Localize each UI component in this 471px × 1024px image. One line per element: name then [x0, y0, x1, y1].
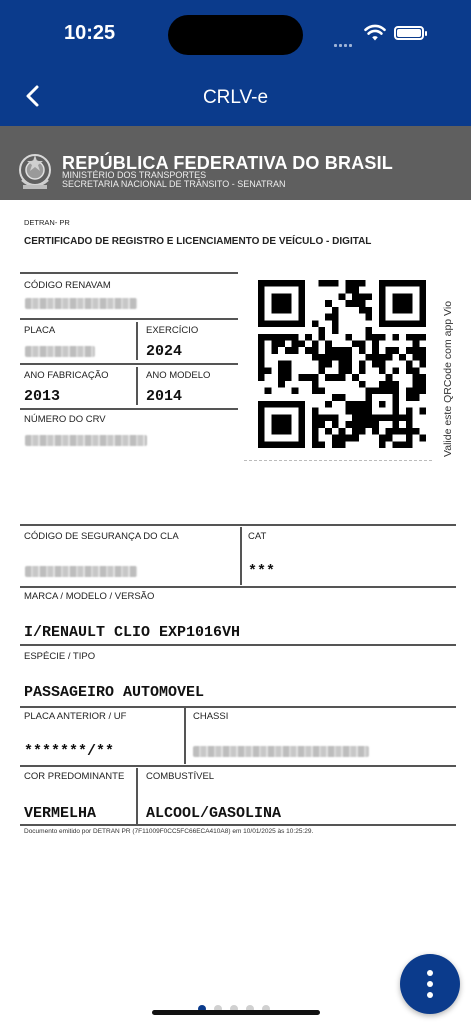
divider [20, 524, 456, 526]
divider [20, 824, 456, 826]
nav-bar: CRLV-e [0, 68, 471, 126]
divider [20, 706, 456, 708]
placa-value-redacted [25, 346, 95, 357]
qr-code [258, 280, 426, 448]
especie-label: ESPÉCIE / TIPO [24, 651, 96, 662]
placa-label: PLACA [24, 325, 56, 336]
header-subtitle: MINISTÉRIO DOS TRANSPORTES SECRETARIA NA… [62, 171, 286, 188]
divider [20, 408, 238, 410]
battery-icon [394, 26, 427, 40]
kebab-dot-icon [427, 992, 433, 998]
ano-fabricacao-label: ANO FABRICAÇÃO [24, 370, 109, 381]
home-indicator [152, 1010, 320, 1015]
page-indicator[interactable] [198, 1000, 278, 1018]
brazil-coat-of-arms-icon [19, 154, 51, 189]
divider [20, 586, 456, 588]
placa-anterior-value: *******/** [24, 743, 115, 760]
exercicio-label: EXERCÍCIO [146, 325, 199, 336]
more-options-button[interactable] [400, 954, 460, 1014]
divider [136, 768, 138, 824]
ano-fabricacao-value: 2013 [24, 388, 61, 405]
seguranca-value-redacted [25, 566, 137, 577]
ano-modelo-value: 2014 [146, 388, 183, 405]
exercicio-value: 2024 [146, 343, 183, 360]
status-bar: 10:25 [0, 0, 471, 68]
footnote: Documento emitido por DETRAN PR (7F11009… [24, 828, 314, 835]
crv-label: NÚMERO DO CRV [24, 414, 106, 425]
renavam-label: CÓDIGO RENAVAM [24, 280, 111, 291]
divider [240, 527, 242, 585]
seguranca-label: CÓDIGO DE SEGURANÇA DO CLA [24, 531, 179, 542]
status-time: 10:25 [64, 22, 116, 44]
chassi-label: CHASSI [193, 711, 229, 722]
cellular-signal-icon [334, 34, 354, 52]
issuer-label: DETRAN- PR [24, 218, 70, 227]
placa-anterior-label: PLACA ANTERIOR / UF [24, 711, 127, 722]
divider [20, 318, 238, 320]
cat-label: CAT [248, 531, 267, 542]
divider [20, 272, 238, 274]
combustivel-label: COMBUSTÍVEL [146, 771, 215, 782]
cor-label: COR PREDOMINANTE [24, 771, 125, 782]
divider [20, 644, 456, 646]
cor-value: VERMELHA [24, 805, 97, 822]
dynamic-island [168, 15, 303, 55]
qr-dashed-border [244, 460, 432, 461]
qr-caption-text: Valide este QRCode com app Vio [442, 300, 454, 457]
divider [20, 363, 238, 365]
cat-value: *** [248, 563, 276, 580]
wifi-icon [364, 24, 386, 41]
document-heading: CERTIFICADO DE REGISTRO E LICENCIAMENTO … [24, 236, 372, 247]
divider [136, 322, 138, 360]
ano-modelo-label: ANO MODELO [146, 370, 211, 381]
nav-title: CRLV-e [202, 87, 269, 108]
crv-value-redacted [25, 435, 147, 446]
divider [136, 367, 138, 405]
renavam-value-redacted [25, 298, 137, 309]
divider [184, 708, 186, 764]
kebab-dot-icon [427, 970, 433, 976]
marca-label: MARCA / MODELO / VERSÃO [24, 591, 155, 602]
divider [20, 765, 456, 767]
combustivel-value: ALCOOL/GASOLINA [146, 805, 282, 822]
secretariat-line: SECRETARIA NACIONAL DE TRÂNSITO - SENATR… [62, 178, 286, 189]
chassi-value-redacted [193, 746, 369, 757]
kebab-dot-icon [427, 981, 433, 987]
especie-value: PASSAGEIRO AUTOMOVEL [24, 684, 205, 701]
marca-value: I/RENAULT CLIO EXP1016VH [24, 624, 241, 641]
